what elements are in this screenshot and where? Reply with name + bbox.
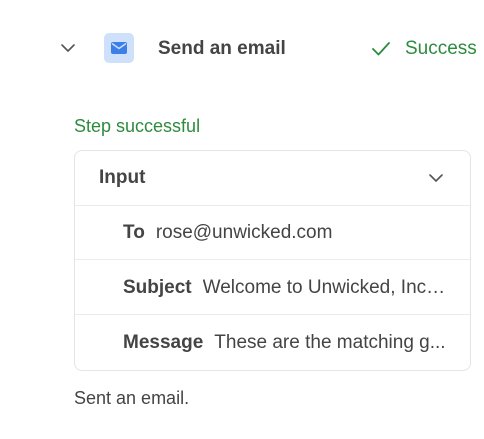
status-badge: Success: [371, 38, 477, 60]
field-label: Message: [123, 332, 204, 353]
result-message: Sent an email.: [74, 388, 190, 408]
input-field-subject: Subject Welcome to Unwicked, Inc....: [75, 261, 470, 315]
input-field-message: Message These are the matching g...: [75, 316, 470, 370]
field-value: Welcome to Unwicked, Inc....: [202, 276, 448, 298]
input-field-to: To rose@unwicked.com: [75, 206, 470, 260]
field-label: Subject: [123, 276, 192, 298]
input-section-header[interactable]: Input: [75, 151, 470, 206]
step-header: Send an email Success: [0, 26, 484, 70]
field-label: To: [123, 221, 145, 243]
input-card: Input To rose@unwicked.com Subject Welco…: [74, 150, 471, 371]
field-value: rose@unwicked.com: [155, 221, 333, 243]
chevron-down-icon[interactable]: [426, 168, 446, 188]
chevron-down-icon[interactable]: [58, 38, 78, 58]
checkmark-icon: [371, 39, 391, 59]
input-section-label: Input: [99, 167, 146, 188]
step-result-title: Step successful: [74, 116, 201, 136]
status-label: Success: [405, 38, 477, 59]
envelope-icon: [104, 33, 134, 63]
step-title: Send an email: [158, 38, 286, 59]
field-value: These are the matching g...: [214, 332, 446, 353]
